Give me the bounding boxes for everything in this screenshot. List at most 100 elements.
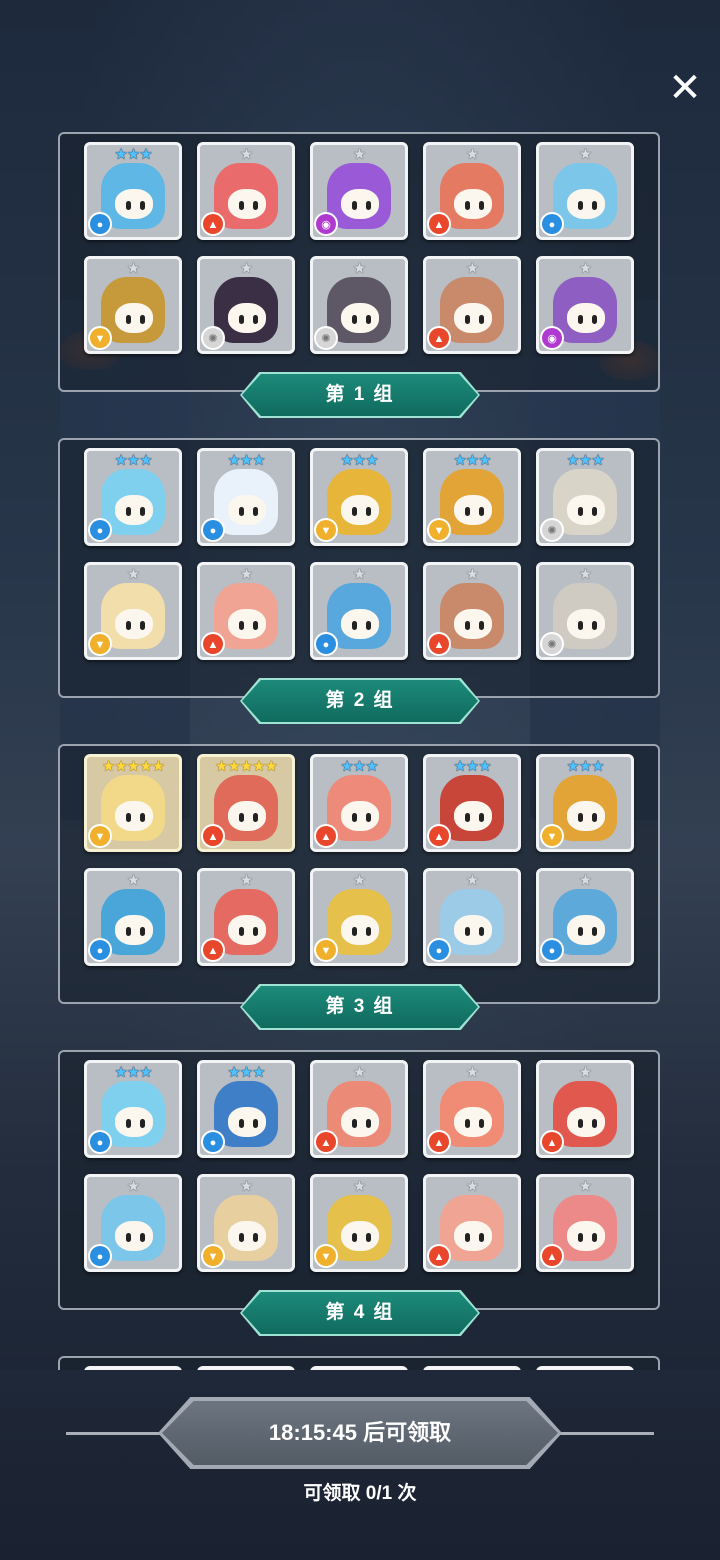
hero-face [341, 189, 379, 219]
hero-card[interactable]: ★ ● [84, 868, 182, 966]
group-panel-1: ★★★ ● ★ ▲ ★ ◉ ★ ▲ ★ ● ★ ▼ ★ ✺ ★ ✺ ★ ▲ ★ ◉ [58, 132, 660, 392]
hero-card[interactable]: ★★★ ● [84, 1060, 182, 1158]
hero-card[interactable]: ★ ▼ [310, 1174, 408, 1272]
hero-face [567, 1107, 605, 1137]
star-rating: ★★★ [227, 452, 265, 469]
hero-card[interactable]: ★★★ ● [197, 448, 295, 546]
fire-element-icon: ▲ [203, 634, 223, 654]
fire-element-icon: ▲ [542, 1246, 562, 1266]
hero-card[interactable]: ★★★★★ ▲ [197, 754, 295, 852]
group-label-1: 第 1 组 [242, 374, 478, 416]
hero-face [341, 1107, 379, 1137]
hero-card[interactable]: ★ ✺ [197, 256, 295, 354]
hero-face [567, 1221, 605, 1251]
hero-eye [239, 1119, 244, 1128]
hero-card[interactable]: ★ ▲ [423, 142, 521, 240]
hero-card[interactable]: ★ ▲ [536, 1060, 634, 1158]
hero-card[interactable]: ★ ● [536, 868, 634, 966]
hero-card[interactable]: ★ ▼ [197, 1174, 295, 1272]
hero-card[interactable]: ★ ▲ [197, 142, 295, 240]
hero-eye [578, 1119, 583, 1128]
hero-face [567, 915, 605, 945]
fire-element-icon: ▲ [429, 214, 449, 234]
star-rating: ★★★ [340, 452, 378, 469]
hero-card[interactable]: ★ ▲ [310, 1060, 408, 1158]
hero-face [115, 189, 153, 219]
hero-card[interactable]: ★ ▼ [84, 256, 182, 354]
hero-card[interactable]: ★★★ ▼ [423, 448, 521, 546]
hero-face [341, 495, 379, 525]
hero-eye [126, 1233, 131, 1242]
hero-card[interactable]: ★★★ ✺ [536, 448, 634, 546]
group-panel-2: ★★★ ● ★★★ ● ★★★ ▼ ★★★ ▼ ★★★ ✺ ★ ▼ ★ ▲ ★ ● ★ ▲ ★ ✺ [58, 438, 660, 698]
close-button[interactable]: ✕ [660, 68, 710, 108]
hero-card[interactable]: ★ ✺ [536, 562, 634, 660]
hero-card[interactable]: ★ ▲ [197, 562, 295, 660]
hero-eye [126, 813, 131, 822]
star-rating: ★ [578, 146, 592, 163]
hero-eye [239, 201, 244, 210]
hero-card[interactable]: ★★★ ● [84, 448, 182, 546]
star-rating: ★ [465, 260, 479, 277]
hero-card[interactable]: ★★★ ▲ [310, 754, 408, 852]
hero-card[interactable]: ★ ● [423, 868, 521, 966]
hero-eye [253, 315, 258, 324]
hero-card[interactable]: ★★★ ● [197, 1060, 295, 1158]
hero-eye [592, 507, 597, 516]
wind-element-icon: ▼ [90, 826, 110, 846]
hero-card[interactable]: ★ ● [84, 1174, 182, 1272]
hero-face [454, 915, 492, 945]
hero-eye [352, 315, 357, 324]
hero-card[interactable]: ★ ● [536, 142, 634, 240]
hero-eye [578, 1233, 583, 1242]
hero-eye [465, 1233, 470, 1242]
water-element-icon: ● [90, 1132, 110, 1152]
hero-card[interactable]: ★ ◉ [310, 142, 408, 240]
divider-right [554, 1432, 654, 1435]
wind-element-icon: ▼ [429, 520, 449, 540]
hero-card[interactable]: ★ ▲ [423, 1060, 521, 1158]
hero-eye [352, 1119, 357, 1128]
hero-card[interactable]: ★ ▲ [197, 868, 295, 966]
wind-element-icon: ▼ [316, 1246, 336, 1266]
hero-eye [578, 507, 583, 516]
hero-card[interactable]: ★★★ ▼ [310, 448, 408, 546]
hero-card[interactable]: ★★★ ▼ [536, 754, 634, 852]
hero-eye [253, 927, 258, 936]
hero-eye [253, 507, 258, 516]
hero-face [228, 1107, 266, 1137]
star-rating: ★★★ [453, 452, 491, 469]
hero-eye [578, 621, 583, 630]
star-rating: ★★★ [227, 1064, 265, 1081]
hero-face [228, 189, 266, 219]
hero-card[interactable]: ★★★★★ ▼ [84, 754, 182, 852]
hero-card[interactable]: ★ ▲ [423, 256, 521, 354]
hero-card[interactable]: ★ ● [310, 562, 408, 660]
hero-card[interactable]: ★ ▲ [423, 1174, 521, 1272]
hero-card[interactable]: ★★★ ● [84, 142, 182, 240]
fire-element-icon: ▲ [429, 1132, 449, 1152]
hero-eye [465, 1119, 470, 1128]
hero-card[interactable]: ★ ▼ [310, 868, 408, 966]
star-rating: ★ [126, 260, 140, 277]
hero-eye [239, 621, 244, 630]
hero-eye [352, 621, 357, 630]
hero-eye [592, 315, 597, 324]
wind-element-icon: ▼ [316, 520, 336, 540]
hero-card[interactable]: ★ ▲ [536, 1174, 634, 1272]
hero-card[interactable]: ★ ▲ [423, 562, 521, 660]
hero-eye [479, 201, 484, 210]
hero-card[interactable]: ★★★ ▲ [423, 754, 521, 852]
hero-card[interactable]: ★ ◉ [536, 256, 634, 354]
hero-eye [239, 1233, 244, 1242]
hero-eye [352, 927, 357, 936]
hero-eye [253, 621, 258, 630]
hero-card[interactable]: ★ ▼ [84, 562, 182, 660]
hero-face [454, 609, 492, 639]
hero-face [115, 609, 153, 639]
star-rating: ★ [578, 872, 592, 889]
hero-eye [592, 927, 597, 936]
hero-card[interactable]: ★ ✺ [310, 256, 408, 354]
claim-timer-button[interactable]: 18:15:45 后可领取 [162, 1401, 558, 1465]
hero-eye [479, 1119, 484, 1128]
